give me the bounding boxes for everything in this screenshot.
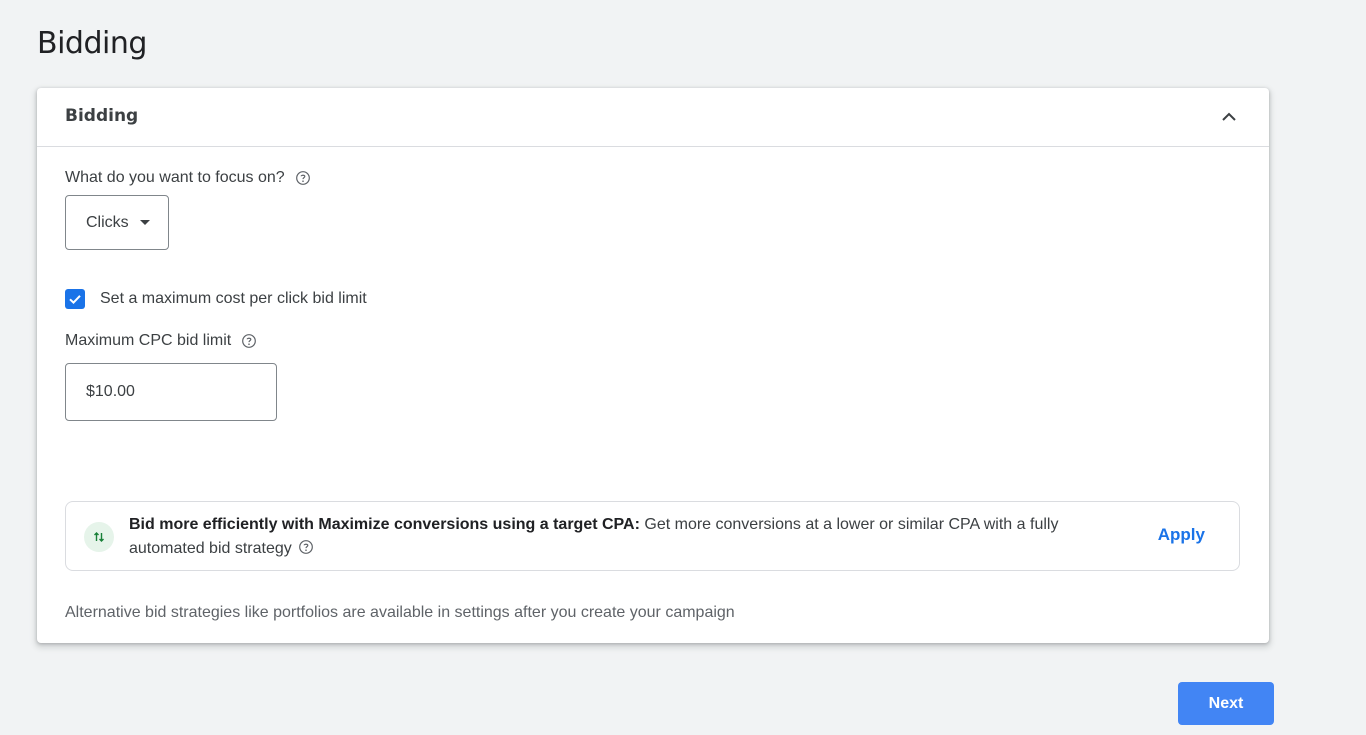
max-cpc-checkbox[interactable]: [65, 289, 85, 309]
focus-select[interactable]: Clicks: [65, 195, 169, 250]
max-cpc-checkbox-label[interactable]: Set a maximum cost per click bid limit: [100, 290, 367, 308]
card-title: Bidding: [65, 106, 139, 126]
bidding-card: Bidding What do you want to focus on? Cl…: [37, 88, 1269, 643]
recommendation-box: Bid more efficiently with Maximize conve…: [65, 501, 1240, 571]
help-circle-icon[interactable]: [298, 539, 314, 555]
swap-vertical-icon: [84, 522, 114, 552]
focus-label-row: What do you want to focus on?: [65, 169, 311, 187]
help-circle-icon[interactable]: [241, 333, 257, 349]
page-title: Bidding: [37, 26, 147, 61]
recommendation-text: Bid more efficiently with Maximize conve…: [129, 513, 1129, 561]
check-icon: [69, 295, 81, 305]
max-cpc-input[interactable]: $10.00: [65, 363, 277, 421]
max-cpc-value: $10.00: [86, 383, 135, 400]
focus-label: What do you want to focus on?: [65, 169, 285, 186]
max-cpc-checkbox-row: Set a maximum cost per click bid limit: [65, 289, 367, 309]
dropdown-arrow-icon: [139, 220, 150, 225]
focus-select-value: Clicks: [86, 213, 129, 231]
recommendation-title: Bid more efficiently with Maximize conve…: [129, 516, 640, 533]
max-cpc-label: Maximum CPC bid limit: [65, 332, 232, 349]
alternative-strategies-note: Alternative bid strategies like portfoli…: [65, 604, 735, 621]
apply-button[interactable]: Apply: [1158, 525, 1205, 545]
next-button[interactable]: Next: [1178, 682, 1274, 725]
max-cpc-label-row: Maximum CPC bid limit: [65, 332, 257, 350]
card-header[interactable]: Bidding: [37, 88, 1269, 147]
help-circle-icon[interactable]: [295, 170, 311, 186]
chevron-up-icon[interactable]: [1217, 105, 1241, 129]
